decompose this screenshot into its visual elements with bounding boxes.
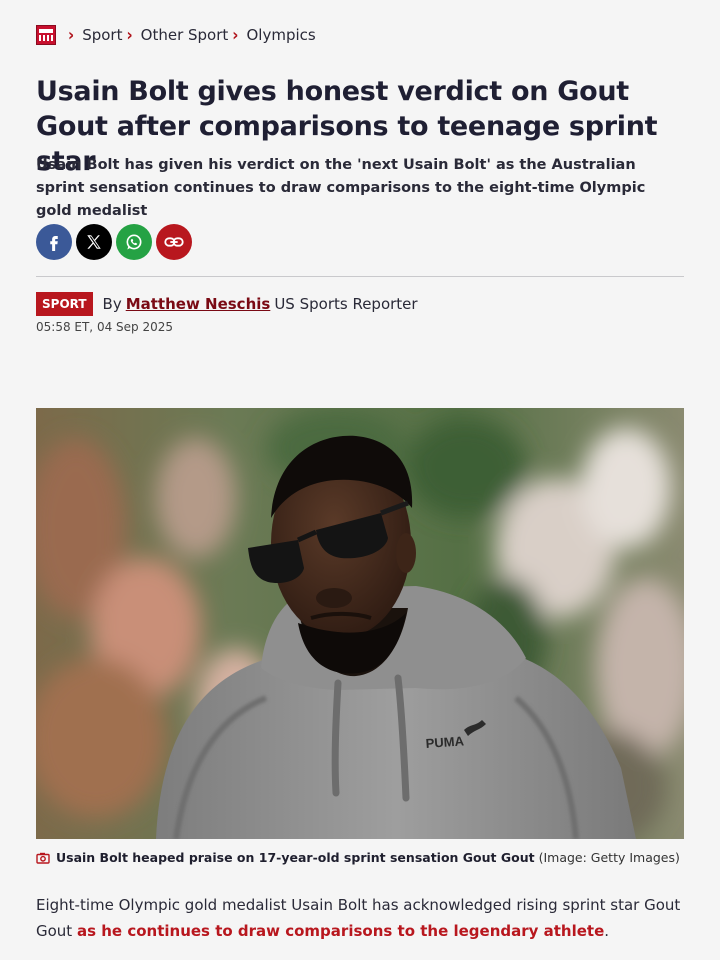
link-icon xyxy=(164,237,184,247)
article-paragraph: Eight-time Olympic gold medalist Usain B… xyxy=(36,892,684,944)
standfirst: Usain Bolt has given his verdict on the … xyxy=(36,157,646,219)
divider xyxy=(36,276,684,277)
whatsapp-icon xyxy=(126,234,142,250)
section-badge[interactable]: SPORT xyxy=(36,292,93,316)
caption-text: Usain Bolt heaped praise on 17-year-old … xyxy=(56,850,535,865)
share-whatsapp-button[interactable] xyxy=(116,224,152,260)
breadcrumb: › Sport › Other Sport › Olympics xyxy=(36,24,316,46)
author-role: US Sports Reporter xyxy=(274,295,418,313)
byline-prefix: By xyxy=(102,295,122,313)
hero-photo: PUMA xyxy=(36,408,684,839)
author-link[interactable]: Matthew Neschis xyxy=(126,295,271,313)
image-caption: Usain Bolt heaped praise on 17-year-old … xyxy=(36,850,684,865)
chevron-right-icon: › xyxy=(126,25,133,45)
hero-image[interactable]: PUMA xyxy=(36,408,684,839)
site-logo[interactable] xyxy=(36,25,56,45)
paragraph-end: . xyxy=(604,922,610,940)
publish-date: 05:58 ET, 04 Sep 2025 xyxy=(36,320,173,334)
chevron-right-icon: › xyxy=(232,25,239,45)
share-facebook-button[interactable] xyxy=(36,224,72,260)
breadcrumb-other-sport[interactable]: Other Sport xyxy=(141,26,229,44)
caption-credit: (Image: Getty Images) xyxy=(538,850,680,865)
byline: SPORT By Matthew Neschis US Sports Repor… xyxy=(36,292,418,316)
article-inline-link[interactable]: as he continues to draw comparisons to t… xyxy=(77,922,604,940)
share-x-button[interactable] xyxy=(76,224,112,260)
share-bar xyxy=(36,224,192,260)
x-icon xyxy=(87,235,101,249)
chevron-right-icon: › xyxy=(68,25,75,45)
share-link-button[interactable] xyxy=(156,224,192,260)
puma-logo-text: PUMA xyxy=(425,733,465,751)
facebook-icon xyxy=(50,236,58,251)
breadcrumb-olympics[interactable]: Olympics xyxy=(246,26,315,44)
breadcrumb-sport[interactable]: Sport xyxy=(82,26,122,44)
camera-icon xyxy=(36,852,50,864)
